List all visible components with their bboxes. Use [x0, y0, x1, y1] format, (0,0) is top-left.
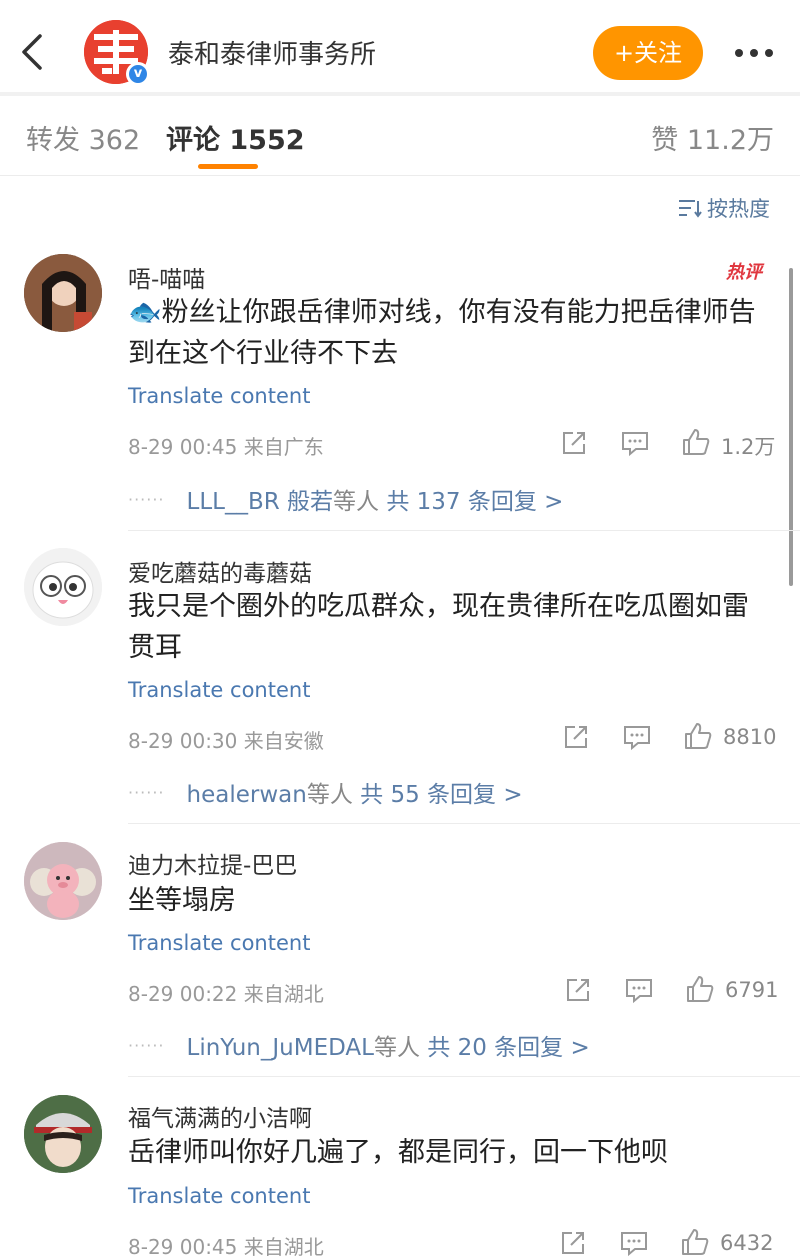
like-icon[interactable]	[683, 721, 713, 751]
sort-icon	[679, 200, 702, 218]
view-replies-link[interactable]: ······ healerwan等人 共 55 条回复 >	[128, 775, 523, 809]
reply-icon[interactable]	[619, 1228, 649, 1258]
more-options-icon[interactable]	[733, 38, 775, 68]
back-arrow-icon[interactable]	[18, 30, 48, 74]
translate-link[interactable]: Translate content	[128, 1184, 310, 1208]
avatar-cartoon	[24, 548, 102, 626]
user-avatar[interactable]	[24, 842, 102, 920]
avatar-photo	[24, 254, 102, 332]
profile-header: v 泰和泰律师事务所 +关注	[0, 0, 800, 96]
scrollbar[interactable]	[789, 268, 793, 586]
view-replies-link[interactable]: ······ LLL__BR 般若等人 共 137 条回复 >	[128, 482, 563, 516]
share-icon[interactable]	[561, 722, 591, 752]
comment-text: 岳律师叫你好几遍了，都是同行，回一下他呗	[128, 1137, 668, 1168]
reply-icon[interactable]	[620, 428, 650, 458]
like-icon[interactable]	[685, 974, 715, 1004]
fish-emoji: 🐟	[128, 297, 162, 328]
reply-icon[interactable]	[622, 722, 652, 752]
hot-comment-badge: 热评	[726, 262, 762, 283]
like-count: 8810	[723, 725, 777, 749]
comment-text: 🐟粉丝让你跟岳律师对线，你有没有能力把岳律师告到在这个行业待不下去	[128, 297, 756, 369]
comment-divider	[128, 823, 800, 824]
avatar-plush-toys	[24, 842, 102, 920]
avatar-photo	[24, 1095, 102, 1173]
share-icon[interactable]	[558, 1228, 588, 1258]
comment-username[interactable]: 迪力木拉提-巴巴	[128, 846, 297, 880]
comment-username[interactable]: 唔-喵喵	[128, 260, 205, 294]
tab-comments[interactable]: 评论 1552	[166, 118, 305, 157]
translate-link[interactable]: Translate content	[128, 384, 310, 408]
tab-likes[interactable]: 赞 11.2万	[651, 118, 774, 157]
comment-text: 我只是个圈外的吃瓜群众，现在贵律所在吃瓜圈如雷贯耳	[128, 591, 749, 663]
sort-by-hot-button[interactable]: 按热度	[677, 193, 770, 223]
comment-username[interactable]: 福气满满的小洁啊	[128, 1099, 312, 1133]
account-name[interactable]: 泰和泰律师事务所	[168, 34, 376, 71]
comment-username[interactable]: 爱吃蘑菇的毒蘑菇	[128, 554, 312, 588]
comment-timestamp: 8-29 00:45 来自湖北	[128, 1235, 324, 1259]
follow-button[interactable]: +关注	[593, 26, 703, 80]
user-avatar[interactable]	[24, 254, 102, 332]
reply-dots-icon: ······	[128, 1036, 165, 1055]
comment-timestamp: 8-29 00:45 来自广东	[128, 435, 324, 459]
like-count: 1.2万	[721, 435, 776, 459]
reply-icon[interactable]	[624, 975, 654, 1005]
translate-link[interactable]: Translate content	[128, 931, 310, 955]
tab-bar: 转发 362 评论 1552 赞 11.2万	[0, 96, 800, 176]
active-tab-indicator	[198, 164, 258, 169]
reply-dots-icon: ······	[128, 783, 165, 802]
share-icon[interactable]	[563, 975, 593, 1005]
like-count: 6791	[725, 978, 779, 1002]
user-avatar[interactable]	[24, 548, 102, 626]
tab-reposts[interactable]: 转发 362	[26, 118, 140, 157]
like-count: 6432	[720, 1231, 774, 1255]
sort-label: 按热度	[707, 197, 770, 221]
comment-divider	[128, 530, 800, 531]
reply-dots-icon: ······	[128, 490, 165, 509]
share-icon[interactable]	[559, 428, 589, 458]
verified-badge-icon: v	[126, 62, 150, 86]
comment-text: 坐等塌房	[128, 885, 236, 916]
like-icon[interactable]	[681, 427, 711, 457]
translate-link[interactable]: Translate content	[128, 678, 310, 702]
comment-timestamp: 8-29 00:22 来自湖北	[128, 982, 324, 1006]
view-replies-link[interactable]: ······ LinYun_JuMEDAL等人 共 20 条回复 >	[128, 1028, 590, 1062]
like-icon[interactable]	[680, 1227, 710, 1257]
user-avatar[interactable]	[24, 1095, 102, 1173]
comment-divider	[128, 1076, 800, 1077]
comment-timestamp: 8-29 00:30 来自安徽	[128, 729, 324, 753]
